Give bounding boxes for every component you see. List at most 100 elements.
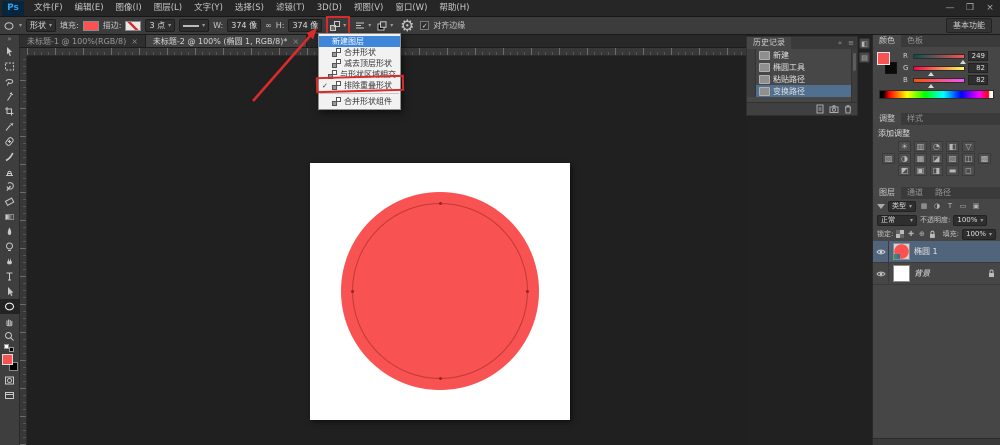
tab-styles[interactable]: 样式: [901, 113, 929, 125]
curves-icon[interactable]: ◔: [930, 141, 943, 152]
hue-saturation-icon[interactable]: ▧: [882, 153, 895, 164]
visibility-cell[interactable]: [873, 241, 889, 263]
menu-type[interactable]: 文字(Y): [188, 0, 229, 16]
history-item-new[interactable]: 新建: [747, 49, 851, 61]
stroke-type-select[interactable]: ▾: [179, 19, 209, 32]
document-canvas[interactable]: [310, 163, 570, 420]
fill-opacity-field[interactable]: 100%▾: [962, 229, 996, 240]
panel-menu-icon[interactable]: ≡: [845, 39, 857, 47]
collapsed-panel-icon-2[interactable]: ▤: [859, 52, 870, 63]
lock-all-icon[interactable]: [929, 230, 936, 239]
shape-height-input[interactable]: 374 像: [288, 19, 322, 32]
green-slider-thumb[interactable]: [928, 72, 934, 76]
document-tab-2-active[interactable]: 未标题-2 @ 100% (椭圆 1, RGB/8)*×: [146, 35, 307, 47]
brightness-contrast-icon[interactable]: ☀: [898, 141, 911, 152]
marquee-tool[interactable]: [0, 59, 20, 74]
path-arrangement-button[interactable]: ▾: [376, 18, 394, 33]
menu-window[interactable]: 窗口(W): [389, 0, 433, 16]
tab-paths[interactable]: 路径: [929, 187, 957, 199]
menu-view[interactable]: 视图(V): [348, 0, 389, 16]
history-item-ellipse-tool[interactable]: 椭圆工具: [747, 61, 851, 73]
toolbar-collapse-icon[interactable]: »: [7, 35, 11, 44]
path-anchor-right[interactable]: [526, 290, 529, 293]
opacity-field[interactable]: 100%▾: [953, 215, 987, 226]
path-selection-tool[interactable]: [0, 284, 20, 299]
filter-adjustment-layers-icon[interactable]: ◑: [932, 202, 942, 210]
layer-name-background[interactable]: 背景: [914, 268, 930, 279]
color-balance-icon[interactable]: ◑: [898, 153, 911, 164]
threshold-icon[interactable]: ▣: [914, 165, 927, 176]
history-source-well[interactable]: [747, 73, 756, 85]
stroke-width-input[interactable]: 3 点▾: [145, 19, 175, 32]
stroke-color-swatch[interactable]: [125, 21, 141, 31]
move-tool[interactable]: [0, 44, 20, 59]
lasso-tool[interactable]: [0, 74, 20, 89]
geometry-options-button[interactable]: ⚙: [398, 18, 416, 33]
tab-channels[interactable]: 通道: [901, 187, 929, 199]
vibrance-icon[interactable]: ▽: [962, 141, 975, 152]
clone-stamp-tool[interactable]: [0, 164, 20, 179]
menu-filter[interactable]: 滤镜(T): [270, 0, 311, 16]
document-tab-1[interactable]: 未标题-1 @ 100%(RGB/8)×: [20, 35, 146, 47]
path-anchor-top[interactable]: [439, 202, 442, 205]
link-dimensions-icon[interactable]: ∞: [265, 21, 272, 30]
channel-mixer-icon[interactable]: ▨: [946, 153, 959, 164]
layer-thumbnail-background[interactable]: [893, 265, 910, 282]
red-slider[interactable]: [913, 54, 965, 59]
menu-file[interactable]: 文件(F): [28, 0, 69, 16]
green-slider[interactable]: [913, 66, 965, 71]
gradient-tool[interactable]: [0, 209, 20, 224]
gradient-map-icon[interactable]: ◨: [930, 165, 943, 176]
quick-mask-button[interactable]: [0, 373, 20, 388]
tab-close-icon[interactable]: ×: [292, 37, 299, 46]
pen-tool[interactable]: [0, 254, 20, 269]
hand-tool[interactable]: [0, 314, 20, 329]
history-source-well[interactable]: [747, 49, 756, 61]
blur-tool[interactable]: [0, 224, 20, 239]
default-colors-icon[interactable]: [4, 344, 16, 352]
foreground-color-swatch[interactable]: [2, 354, 13, 365]
panel-foreground-swatch[interactable]: [877, 52, 890, 65]
minimize-icon[interactable]: —: [940, 0, 960, 16]
eyedropper-tool[interactable]: [0, 119, 20, 134]
menu-item-subtract-front-shape[interactable]: 减去顶层形状: [319, 58, 400, 69]
tool-preset-button[interactable]: ▾: [4, 18, 22, 33]
panel-foreground-background-swatches[interactable]: [877, 52, 899, 74]
path-alignment-button[interactable]: ▾: [354, 18, 372, 33]
type-tool[interactable]: [0, 269, 20, 284]
layer-row-background[interactable]: 背景: [873, 263, 1000, 285]
quick-selection-tool[interactable]: [0, 89, 20, 104]
shape-width-input[interactable]: 374 像: [227, 19, 261, 32]
filter-shape-layers-icon[interactable]: ▭: [958, 202, 968, 210]
tab-close-icon[interactable]: ×: [131, 37, 138, 46]
lock-position-icon[interactable]: ⊕: [918, 230, 926, 238]
menu-layer[interactable]: 图层(L): [148, 0, 188, 16]
path-operations-button[interactable]: ▾: [329, 18, 347, 33]
collapsed-panel-icon-1[interactable]: ◧: [859, 38, 870, 49]
crop-tool[interactable]: [0, 104, 20, 119]
lock-transparency-icon[interactable]: [896, 230, 904, 238]
menu-item-combine-shapes[interactable]: 合并形状: [319, 47, 400, 58]
healing-brush-tool[interactable]: [0, 134, 20, 149]
new-snapshot-camera-icon[interactable]: [829, 104, 839, 114]
photo-filter-icon[interactable]: ◪: [930, 153, 943, 164]
menu-3d[interactable]: 3D(D): [311, 0, 348, 16]
brush-tool[interactable]: [0, 149, 20, 164]
history-item-transform-path-selected[interactable]: 变换路径: [747, 85, 851, 97]
invert-icon[interactable]: ▩: [978, 153, 991, 164]
history-brush-tool[interactable]: [0, 179, 20, 194]
eraser-tool[interactable]: [0, 194, 20, 209]
zoom-tool[interactable]: [0, 329, 20, 344]
green-value-field[interactable]: 82: [968, 63, 988, 73]
blue-slider[interactable]: [913, 78, 965, 83]
color-spectrum-ramp[interactable]: [879, 90, 994, 99]
filter-pixel-layers-icon[interactable]: ▦: [919, 202, 929, 210]
menu-select[interactable]: 选择(S): [229, 0, 270, 16]
tab-swatches[interactable]: 色板: [901, 35, 929, 47]
layer-thumbnail-ellipse[interactable]: [893, 243, 910, 260]
menu-image[interactable]: 图像(I): [110, 0, 148, 16]
new-document-from-state-icon[interactable]: [815, 104, 825, 114]
menu-item-new-layer[interactable]: 新建图层: [319, 36, 400, 47]
red-slider-thumb[interactable]: [960, 60, 966, 64]
menu-help[interactable]: 帮助(H): [433, 0, 475, 16]
